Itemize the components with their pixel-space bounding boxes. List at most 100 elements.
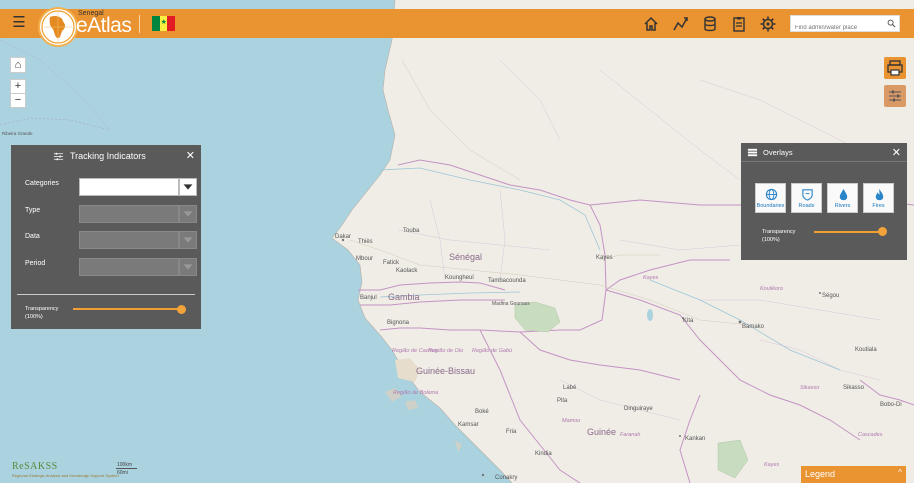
home-extent-icon: ⌂ <box>14 59 22 71</box>
type-select[interactable] <box>79 205 197 223</box>
map-label-koungheul: Koungheul <box>445 275 474 281</box>
flame-icon <box>875 188 884 201</box>
home-extent-button[interactable]: ⌂ <box>10 57 26 73</box>
categories-value[interactable] <box>79 178 179 196</box>
map-label-fatick: Fatick <box>383 260 400 266</box>
overlays-transparency-slider[interactable] <box>814 231 886 233</box>
categories-select[interactable] <box>79 178 197 196</box>
top-bar: ☰ Senegal eAtlas ★ <box>0 9 914 45</box>
sliders-icon <box>889 90 901 102</box>
map-label-koulikoro: Koulikoro <box>760 286 783 292</box>
database-icon[interactable] <box>701 15 719 33</box>
home-icon[interactable] <box>642 15 660 33</box>
tracking-transparency-slider[interactable] <box>73 308 183 310</box>
map-label-pita: Pita <box>557 398 568 404</box>
map-label-tambacounda: Tambacounda <box>488 278 526 284</box>
tracking-transparency-title: Transparency <box>25 306 59 312</box>
map-label-labe: Labé <box>563 385 577 391</box>
tracking-indicators-panel: Tracking Indicators ✕ Categories Type Da… <box>11 145 201 329</box>
overlays-panel-title: Overlays <box>763 147 793 157</box>
map-label-mbour: Mbour <box>356 256 373 262</box>
legend-button[interactable]: Legend ^ <box>801 466 906 483</box>
zoom-in-icon: + <box>14 80 22 92</box>
type-label: Type <box>25 207 41 214</box>
data-value[interactable] <box>79 231 179 249</box>
search-icon[interactable] <box>887 19 896 28</box>
fires-label: Fires <box>872 203 885 209</box>
period-value[interactable] <box>79 258 179 276</box>
chevron-down-icon[interactable] <box>179 205 197 223</box>
filter-button[interactable] <box>884 85 906 107</box>
map-label-mamou: Mamou <box>562 418 580 424</box>
zoom-out-button[interactable]: − <box>10 93 26 108</box>
map-label-kayes-region-2: Kayes <box>764 462 780 468</box>
map-label-touba: Touba <box>403 228 420 234</box>
map-label-guinee: Guinée <box>587 427 616 437</box>
flag-star-icon: ★ <box>160 19 167 26</box>
eatlas-logo[interactable] <box>40 9 76 45</box>
map-label-kamsar: Kamsar <box>458 422 479 428</box>
boundaries-button[interactable]: Boundaries <box>755 183 786 213</box>
search-box[interactable] <box>790 15 900 36</box>
map-label-fria: Fria <box>506 429 517 435</box>
roads-button[interactable]: Roads <box>791 183 822 213</box>
layers-icon <box>747 148 758 156</box>
flag-stripe-yellow: ★ <box>159 16 168 31</box>
globe-icon <box>765 188 778 201</box>
period-select[interactable] <box>79 258 197 276</box>
map-label-sikasso: Sikasso <box>843 385 865 391</box>
tracking-close-icon[interactable]: ✕ <box>186 149 195 162</box>
map-label-bamako: Bamako <box>742 324 765 330</box>
zoom-in-button[interactable]: + <box>10 79 26 94</box>
chevron-up-icon: ^ <box>898 468 902 477</box>
zoom-out-icon: − <box>14 94 22 106</box>
gear-icon[interactable] <box>759 15 777 33</box>
map-label-faranah: Faranah <box>620 432 641 438</box>
road-shield-icon <box>802 189 813 201</box>
map-label-guinea-bissau: Guinée-Bissau <box>416 366 475 376</box>
map-label-dinguiraye: Dinguiraye <box>624 406 653 412</box>
tracking-transparency-label: Transparency (100%) <box>25 305 58 321</box>
overlays-close-icon[interactable]: ✕ <box>892 146 901 159</box>
scale-bar: 100km 60mi <box>116 462 137 476</box>
search-input[interactable] <box>791 20 889 36</box>
overlays-panel: Overlays ✕ Boundaries Roads Rivers Fires… <box>741 143 907 260</box>
map-label-kita: Kita <box>683 318 694 324</box>
resakss-logo[interactable]: ReSAKSS <box>12 461 58 472</box>
water-drop-icon <box>839 188 848 201</box>
map-label-kindia: Kindia <box>535 451 552 457</box>
data-select[interactable] <box>79 231 197 249</box>
map-label-boke: Boké <box>475 409 489 415</box>
resakss-logo-subtitle: Regional Strategic Analysis and Knowledg… <box>12 473 119 478</box>
period-label: Period <box>25 260 46 267</box>
map-label-cascades: Cascades <box>858 432 883 438</box>
flag-stripe-red <box>167 16 176 31</box>
scale-bar-km: 100km <box>116 462 137 469</box>
overlays-transparency-label: Transparency (100%) <box>762 228 795 244</box>
trend-icon[interactable] <box>672 15 690 33</box>
map-label-conakry: Conakry <box>495 475 517 481</box>
hamburger-icon[interactable]: ☰ <box>10 15 28 31</box>
map-label-bolama: Região de Bolama <box>393 390 438 396</box>
map-label-bignona: Bignona <box>387 320 410 326</box>
senegal-flag: ★ <box>152 16 176 31</box>
overlays-transparency-handle[interactable] <box>878 227 887 236</box>
panel-divider <box>17 294 195 295</box>
type-value[interactable] <box>79 205 179 223</box>
overlays-transparency-title: Transparency <box>762 229 796 235</box>
print-button[interactable] <box>884 57 906 79</box>
tracking-transparency-handle[interactable] <box>177 305 186 314</box>
chevron-down-icon[interactable] <box>179 231 197 249</box>
rivers-label: Rivers <box>834 203 851 209</box>
rivers-button[interactable]: Rivers <box>827 183 858 213</box>
categories-label: Categories <box>25 180 59 187</box>
brand-divider <box>139 15 140 33</box>
map-label-ribeira: Ribeira Grande <box>2 131 33 136</box>
overlays-header-divider <box>741 161 907 162</box>
clipboard-icon[interactable] <box>730 15 748 33</box>
chevron-down-icon[interactable] <box>179 178 197 196</box>
tracking-transparency-value: (100%) <box>25 314 43 320</box>
chevron-down-icon[interactable] <box>179 258 197 276</box>
fires-button[interactable]: Fires <box>863 183 894 213</box>
overlays-panel-header: Overlays <box>741 143 907 161</box>
